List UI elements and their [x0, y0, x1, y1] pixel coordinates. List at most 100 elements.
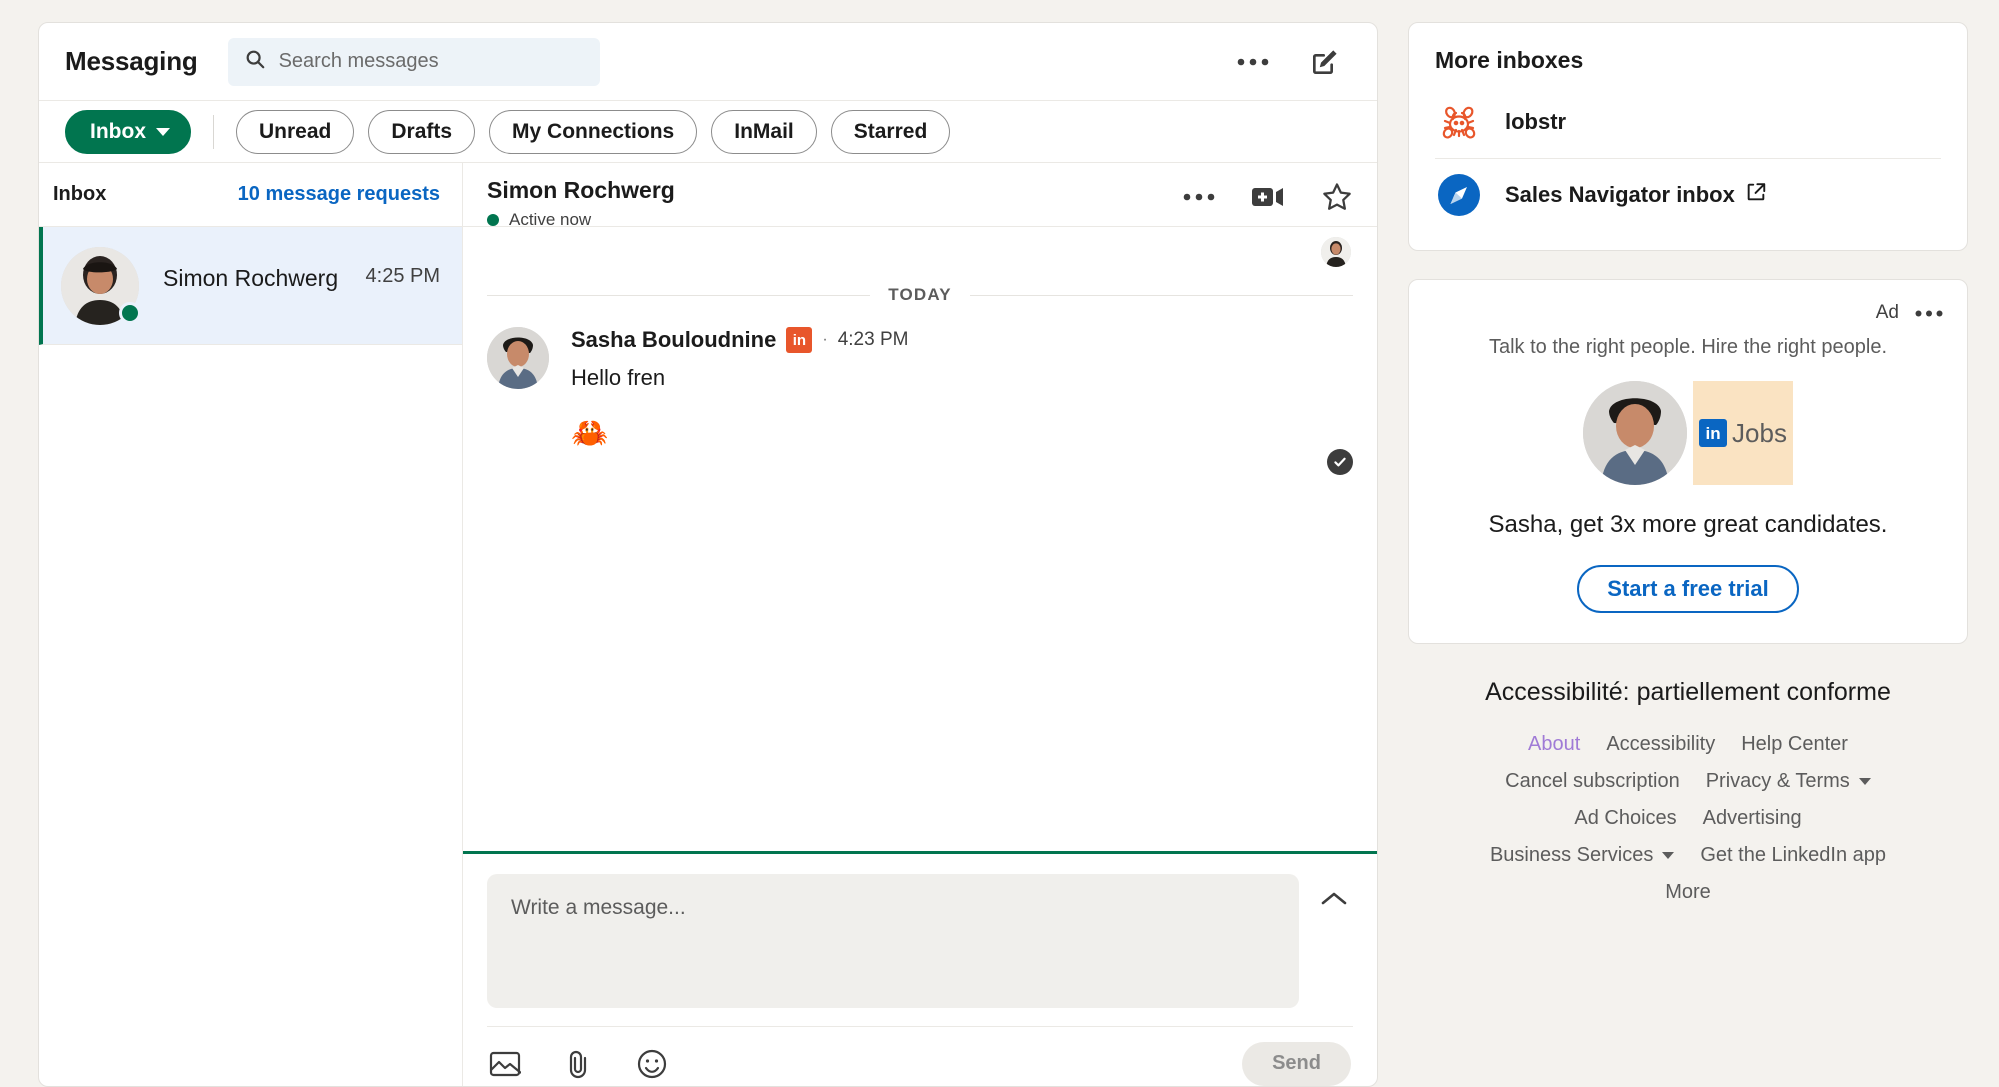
conversation-list: Inbox 10 message requests — [39, 163, 463, 1086]
message-thread: Simon Rochwerg Active now — [463, 163, 1377, 1086]
filter-pill-inmail[interactable]: InMail — [711, 110, 817, 154]
attachment-icon[interactable] — [565, 1049, 593, 1079]
right-rail: More inboxes l — [1408, 22, 1968, 1087]
composer-row: Write a message... — [487, 874, 1353, 1008]
ad-label: Ad — [1876, 302, 1899, 324]
avatar — [61, 247, 139, 325]
chevron-down-icon — [1662, 852, 1674, 859]
avatar-image — [1321, 237, 1351, 267]
footer-link-ad-choices[interactable]: Ad Choices — [1574, 807, 1676, 830]
divider-line — [970, 295, 1353, 296]
footer-link-label: Business Services — [1490, 844, 1653, 867]
ellipsis-icon[interactable] — [1915, 309, 1943, 318]
star-outline-icon[interactable] — [1321, 181, 1353, 213]
avatar-image[interactable] — [487, 327, 549, 389]
footer-link-row: More — [1453, 881, 1923, 904]
thread-contact-name[interactable]: Simon Rochwerg — [487, 177, 675, 204]
conversation-list-header: Inbox 10 message requests — [39, 163, 462, 227]
ellipsis-icon[interactable] — [1183, 192, 1215, 202]
conversation-item-time: 4:25 PM — [366, 265, 440, 288]
messaging-header: Messaging Search messages — [39, 23, 1377, 101]
footer-link-row: Business Services Get the LinkedIn app — [1453, 844, 1923, 867]
day-divider-label: TODAY — [888, 285, 952, 305]
inbox-item-label: lobstr — [1505, 109, 1566, 135]
filter-pill-row: Inbox Unread Drafts My Connections InMai… — [39, 101, 1377, 163]
search-icon — [244, 48, 266, 75]
ad-tagline: Talk to the right people. Hire the right… — [1433, 336, 1943, 359]
more-inboxes-title: More inboxes — [1435, 47, 1941, 74]
filter-pill-my-connections[interactable]: My Connections — [489, 110, 697, 154]
send-button[interactable]: Send — [1242, 1042, 1351, 1086]
footer-link-cancel-subscription[interactable]: Cancel subscription — [1505, 770, 1680, 793]
footer-link-business-services[interactable]: Business Services — [1490, 844, 1674, 867]
crab-icon — [1435, 98, 1483, 146]
start-free-trial-button[interactable]: Start a free trial — [1577, 565, 1798, 613]
emoji-icon[interactable] — [637, 1049, 667, 1079]
inbox-item-sales-navigator[interactable]: Sales Navigator inbox — [1435, 158, 1941, 230]
chevron-down-icon — [156, 128, 170, 136]
presence-online-indicator — [119, 302, 141, 324]
message-composer: Write a message... — [463, 851, 1377, 1086]
messaging-card: Messaging Search messages — [38, 22, 1378, 1087]
footer: Accessibilité: partiellement conforme Ab… — [1408, 672, 1968, 904]
footer-link-get-app[interactable]: Get the LinkedIn app — [1700, 844, 1886, 867]
message-text: Hello fren — [571, 365, 1353, 391]
chevron-down-icon — [1859, 778, 1871, 785]
inbox-item-text: Sales Navigator inbox — [1505, 182, 1735, 208]
footer-link-advertising[interactable]: Advertising — [1703, 807, 1802, 830]
footer-links: About Accessibility Help Center Cancel s… — [1453, 733, 1923, 904]
filter-inbox-dropdown[interactable]: Inbox — [65, 110, 191, 154]
compose-pencil-icon[interactable] — [1309, 46, 1341, 78]
conversation-item-name: Simon Rochwerg — [163, 265, 338, 292]
thread-header-actions — [1183, 177, 1353, 213]
filter-pill-starred[interactable]: Starred — [831, 110, 951, 154]
thread-read-avatar — [487, 227, 1353, 267]
ad-headline: Sasha, get 3x more great candidates. — [1433, 511, 1943, 539]
footer-link-about[interactable]: About — [1528, 733, 1580, 756]
footer-link-accessibility[interactable]: Accessibility — [1606, 733, 1715, 756]
linkedin-badge-icon: in — [1699, 419, 1727, 447]
filter-pill-unread[interactable]: Unread — [236, 110, 354, 154]
conversation-list-title: Inbox — [53, 183, 106, 206]
footer-link-row: Ad Choices Advertising — [1453, 807, 1923, 830]
thread-header-identity: Simon Rochwerg Active now — [487, 177, 675, 230]
chevron-up-icon[interactable] — [1315, 880, 1353, 918]
video-add-icon[interactable] — [1251, 184, 1285, 210]
ellipsis-icon[interactable] — [1237, 57, 1269, 67]
message-input[interactable]: Write a message... — [487, 874, 1299, 1008]
compass-icon — [1435, 171, 1483, 219]
message-requests-link[interactable]: 10 message requests — [238, 183, 440, 206]
avatar-image — [1583, 381, 1687, 485]
footer-link-privacy-terms[interactable]: Privacy & Terms — [1706, 770, 1871, 793]
ad-card: Ad Talk to the right people. Hire the ri… — [1408, 279, 1968, 644]
ad-header: Ad — [1433, 298, 1943, 328]
message-input-placeholder: Write a message... — [511, 896, 686, 919]
jobs-wordmark: Jobs — [1732, 418, 1787, 449]
message-meta: Sasha Bouloudnine in · 4:23 PM — [571, 327, 1353, 353]
check-circle-icon — [1327, 449, 1353, 475]
header-actions — [1237, 46, 1351, 78]
thread-messages: TODAY — [463, 227, 1377, 851]
more-inboxes-card: More inboxes l — [1408, 22, 1968, 251]
search-input[interactable]: Search messages — [228, 38, 600, 86]
footer-link-help-center[interactable]: Help Center — [1741, 733, 1848, 756]
page-title: Messaging — [65, 46, 198, 77]
message-separator: · — [822, 331, 827, 349]
conversation-list-item[interactable]: Simon Rochwerg 4:25 PM — [39, 227, 462, 345]
thread-header: Simon Rochwerg Active now — [463, 163, 1377, 227]
filter-pill-drafts[interactable]: Drafts — [368, 110, 475, 154]
footer-link-more[interactable]: More — [1665, 881, 1711, 904]
inbox-item-lobstr[interactable]: lobstr — [1435, 86, 1941, 158]
message-body: Sasha Bouloudnine in · 4:23 PM Hello fre… — [571, 327, 1353, 449]
footer-link-row: About Accessibility Help Center — [1453, 733, 1923, 756]
day-divider: TODAY — [487, 285, 1353, 305]
message-author[interactable]: Sasha Bouloudnine — [571, 327, 776, 353]
ad-cta-wrap: Start a free trial — [1433, 565, 1943, 613]
conversation-item-meta: Simon Rochwerg 4:25 PM — [139, 265, 462, 292]
message-timestamp: 4:23 PM — [838, 329, 909, 351]
messaging-body: Inbox 10 message requests — [39, 163, 1377, 1086]
image-icon[interactable] — [489, 1049, 521, 1079]
message-item: Sasha Bouloudnine in · 4:23 PM Hello fre… — [487, 327, 1353, 449]
footer-link-row: Cancel subscription Privacy & Terms — [1453, 770, 1923, 793]
search-placeholder: Search messages — [279, 50, 439, 73]
